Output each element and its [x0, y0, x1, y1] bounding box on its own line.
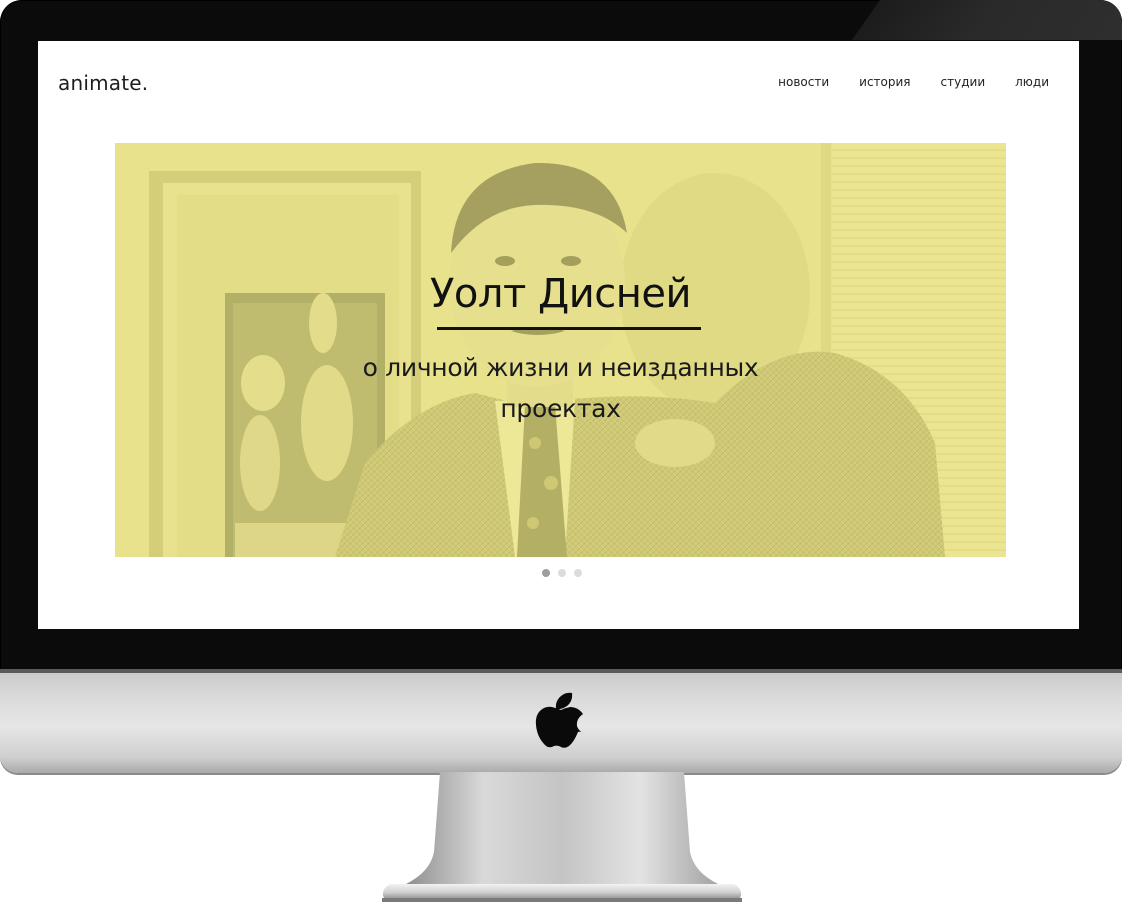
imac-mockup: animate. новости история студии люди Уол… [0, 0, 1122, 904]
monitor-chin-edge [0, 669, 1122, 673]
bezel-glare [851, 0, 1122, 40]
site-logo[interactable]: animate. [58, 71, 148, 95]
nav-item-people[interactable]: люди [1015, 75, 1049, 89]
carousel-dots [542, 569, 582, 577]
nav-item-news[interactable]: новости [778, 75, 829, 89]
carousel-dot-2[interactable] [558, 569, 566, 577]
apple-logo-icon [535, 692, 583, 748]
main-nav: новости история студии люди [778, 75, 1049, 89]
monitor-stand [382, 772, 742, 902]
hero-subtitle: о личной жизни и неизданных проектах [115, 347, 1006, 429]
nav-item-studios[interactable]: студии [941, 75, 986, 89]
hero-title-underline [437, 327, 701, 330]
website-screen: animate. новости история студии люди Уол… [38, 41, 1079, 629]
carousel-dot-1[interactable] [542, 569, 550, 577]
hero-subtitle-line-2: проектах [500, 394, 621, 423]
nav-item-history[interactable]: история [859, 75, 910, 89]
hero-title: Уолт Дисней [430, 271, 691, 317]
carousel-dot-3[interactable] [574, 569, 582, 577]
hero-subtitle-line-1: о личной жизни и неизданных [362, 353, 759, 382]
hero-slide[interactable]: Уолт Дисней о личной жизни и неизданных … [115, 143, 1006, 557]
